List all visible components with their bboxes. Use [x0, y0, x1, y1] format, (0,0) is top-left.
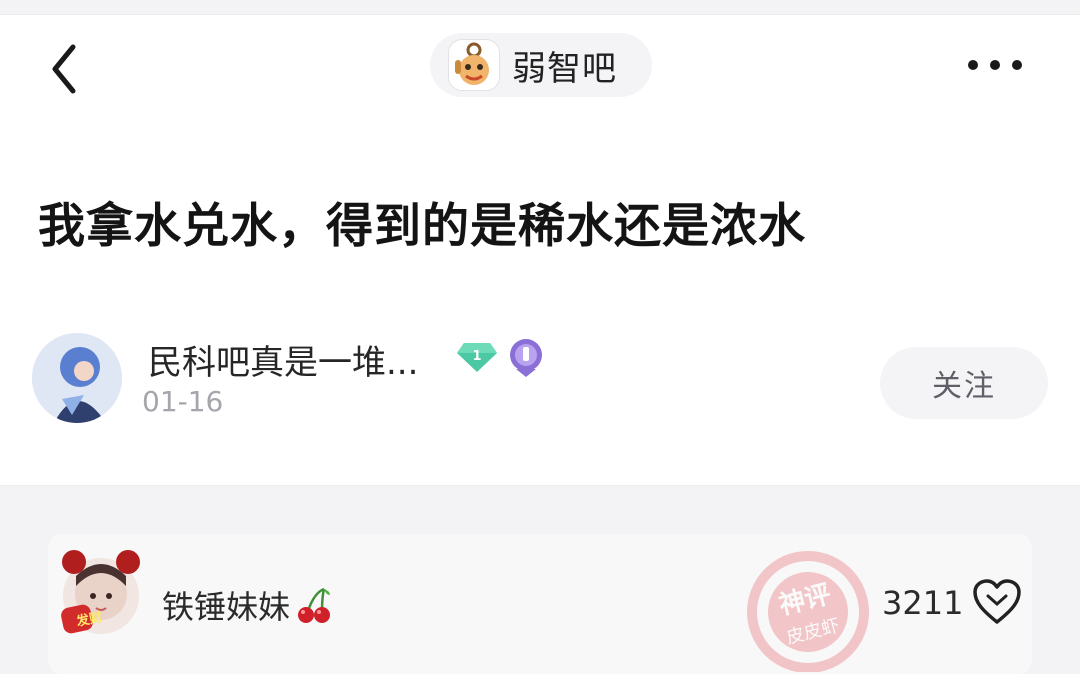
forum-name: 弱智吧 [512, 48, 617, 89]
level-badge-number: 1 [472, 349, 481, 364]
like-button[interactable] [972, 578, 1022, 626]
chevron-left-icon [52, 44, 76, 94]
post-card: 弱智吧 我拿水兑水，得到的是稀水还是浓水 民科吧真是一堆... 1 01-16 … [0, 14, 1080, 486]
heart-outline-icon [973, 579, 1021, 624]
comment-avatar[interactable]: 发财 [56, 546, 140, 634]
medal-icon [510, 339, 542, 377]
more-dots-icon [968, 60, 1022, 70]
comment-username-text: 铁锤妹妹 [162, 588, 291, 626]
post-title: 我拿水兑水，得到的是稀水还是浓水 [38, 199, 806, 254]
post-date: 01-16 [142, 385, 224, 418]
like-count: 3211 [882, 584, 964, 622]
comment-card: 发财 铁锤妹妹 神评 皮皮虾 3211 [48, 534, 1032, 674]
more-button[interactable] [958, 45, 1032, 85]
author-avatar[interactable] [32, 333, 122, 423]
back-button[interactable] [38, 43, 90, 95]
forum-avatar [448, 39, 500, 91]
author-name[interactable]: 民科吧真是一堆... [148, 335, 418, 384]
shenping-watermark-icon: 神评 皮皮虾 [747, 551, 869, 672]
level-badge-icon: 1 [457, 343, 497, 372]
cherry-icon [298, 587, 331, 623]
follow-button[interactable]: 关注 [880, 347, 1048, 419]
comment-username[interactable]: 铁锤妹妹 [162, 582, 334, 628]
forum-pill[interactable]: 弱智吧 [430, 33, 652, 97]
